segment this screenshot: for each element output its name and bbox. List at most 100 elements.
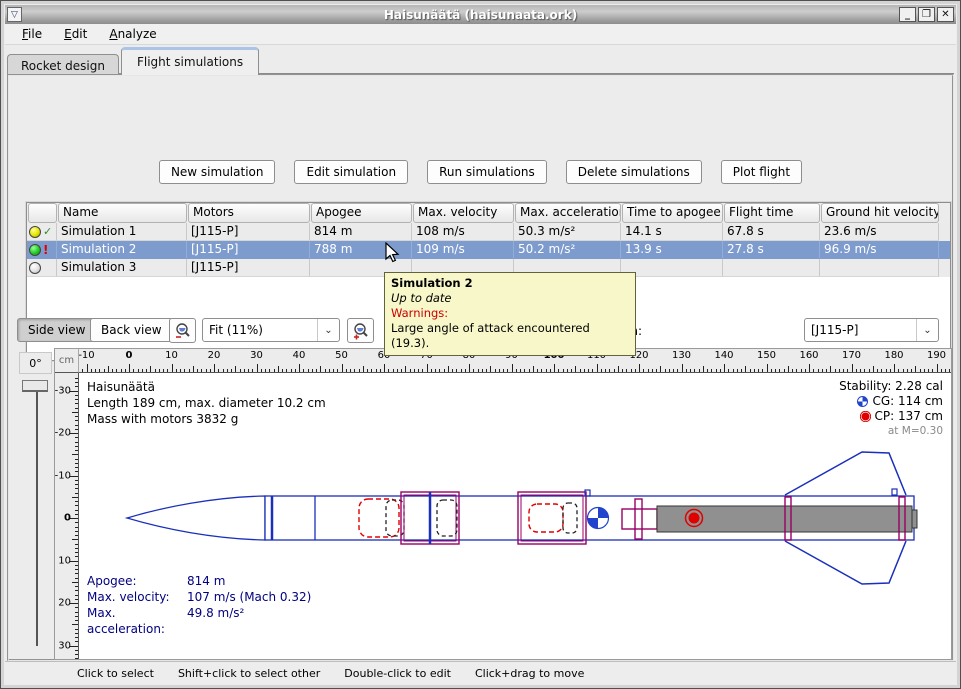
cell xyxy=(820,259,939,277)
cg-marker xyxy=(588,508,609,529)
status-cell xyxy=(27,259,57,277)
menu-bar: FileEditAnalyze xyxy=(5,24,956,45)
magnifier-minus-icon xyxy=(174,322,192,340)
menu-item-edit[interactable]: Edit xyxy=(55,25,96,43)
application-window: ▽ Haisunäätä (haisunaata.ork) _ ❐ ✕ File… xyxy=(0,0,961,689)
slider-track xyxy=(36,384,38,646)
top-fin[interactable] xyxy=(785,452,906,495)
ruler-unit-label: cm xyxy=(55,349,79,373)
stability-info: Stability: 2.28 cal CG: 114 cm xyxy=(839,379,943,439)
chevron-down-icon: ⌄ xyxy=(317,319,339,341)
cell: Simulation 1 xyxy=(57,223,187,241)
zoom-in-button[interactable] xyxy=(347,318,374,343)
status-cell: ! xyxy=(27,241,57,259)
cell: 96.9 m/s xyxy=(820,241,939,259)
cell: 109 m/s xyxy=(412,241,514,259)
cell: 50.2 m/s² xyxy=(514,241,621,259)
status-hint: Click+drag to move xyxy=(475,667,584,680)
flight-value: 107 m/s (Mach 0.32) xyxy=(187,589,311,605)
rotation-angle-display: 0° xyxy=(19,352,52,374)
tab-flight-simulations[interactable]: Flight simulations xyxy=(121,47,259,75)
flight-summary-row: Max. velocity:107 m/s (Mach 0.32) xyxy=(87,589,311,605)
menu-item-analyze[interactable]: Analyze xyxy=(100,25,165,43)
tooltip-status: Up to date xyxy=(391,291,629,306)
flight-summary-row: Max. acceleration:49.8 m/s² xyxy=(87,605,311,637)
column-header-Name[interactable]: Name xyxy=(58,203,187,223)
rocket-view-canvas: cm -100102030405060708090100110120130140… xyxy=(54,348,952,660)
status-bar: Click to selectShift+click to select oth… xyxy=(5,661,956,684)
status-ball-icon xyxy=(29,262,41,274)
cell: 50.3 m/s² xyxy=(514,223,621,241)
table-row[interactable]: ✓Simulation 1[J115-P]814 m108 m/s50.3 m/… xyxy=(27,223,950,241)
cell: [J115-P] xyxy=(187,223,310,241)
flight-label: Max. velocity: xyxy=(87,589,187,605)
tooltip-warning-text: Large angle of attack encountered (19.3)… xyxy=(391,321,629,351)
column-header-Motors[interactable]: Motors xyxy=(188,203,310,223)
mach-condition: at M=0.30 xyxy=(888,424,943,439)
flight-value: 814 m xyxy=(187,573,225,589)
cp-icon xyxy=(860,411,871,422)
plot-flight-button[interactable]: Plot flight xyxy=(721,160,802,184)
cell: 13.9 s xyxy=(621,241,723,259)
check-icon: ✓ xyxy=(43,225,52,238)
status-hint: Double-click to edit xyxy=(344,667,451,680)
rocket-name: Haisunäätä xyxy=(87,379,326,395)
slider-handle[interactable] xyxy=(22,380,48,392)
flight-summary: Apogee:814 mMax. velocity:107 m/s (Mach … xyxy=(87,573,311,637)
new-simulation-button[interactable]: New simulation xyxy=(159,160,276,184)
zoom-out-button[interactable] xyxy=(169,318,196,343)
motor-configuration-select[interactable]: [J115-P] ⌄ xyxy=(804,318,939,342)
column-header-Ground hit velocity[interactable]: Ground hit velocity xyxy=(821,203,939,223)
table-header-row: NameMotorsApogeeMax. velocityMax. accele… xyxy=(27,203,950,223)
nose-cone[interactable] xyxy=(127,496,265,540)
column-header-Max. velocity[interactable]: Max. velocity xyxy=(413,203,514,223)
cg-value: CG: 114 cm xyxy=(872,394,943,409)
column-header-Time to apogee[interactable]: Time to apogee xyxy=(622,203,723,223)
rocket-figure[interactable]: Haisunäätä Length 189 cm, max. diameter … xyxy=(79,373,951,659)
cell: 23.6 m/s xyxy=(820,223,939,241)
edit-simulation-button[interactable]: Edit simulation xyxy=(294,160,408,184)
cp-value: CP: 137 cm xyxy=(875,409,943,424)
simulation-tooltip: Simulation 2 Up to date Warnings: Large … xyxy=(384,272,636,356)
cell: Simulation 2 xyxy=(57,241,187,259)
zoom-level-select[interactable]: Fit (11%) ⌄ xyxy=(202,318,340,342)
rocket-info-text: Haisunäätä Length 189 cm, max. diameter … xyxy=(87,379,326,427)
column-header-Flight time[interactable]: Flight time xyxy=(724,203,820,223)
motor-nozzle[interactable] xyxy=(912,510,917,528)
flight-simulations-panel: New simulation Edit simulation Run simulat… xyxy=(7,74,954,661)
cell xyxy=(621,259,723,277)
cell: Simulation 3 xyxy=(57,259,187,277)
delete-simulations-button[interactable]: Delete simulations xyxy=(566,160,702,184)
table-row[interactable]: !Simulation 2[J115-P]788 m109 m/s50.2 m/… xyxy=(27,241,950,259)
run-simulations-button[interactable]: Run simulations xyxy=(427,160,547,184)
column-header-Apogee[interactable]: Apogee xyxy=(311,203,412,223)
bottom-fin[interactable] xyxy=(785,541,906,584)
window-title: Haisunäätä (haisunaata.ork) xyxy=(5,8,956,22)
zoom-level-value: Fit (11%) xyxy=(203,323,317,337)
status-hint: Shift+click to select other xyxy=(178,667,320,680)
flight-summary-row: Apogee:814 m xyxy=(87,573,311,589)
flight-label: Apogee: xyxy=(87,573,187,589)
simulation-buttons-row: New simulation Edit simulation Run simulat… xyxy=(9,160,952,184)
menu-item-file[interactable]: File xyxy=(13,25,51,43)
status-ball-icon xyxy=(29,226,41,238)
tab-bar: Rocket designFlight simulations xyxy=(7,47,954,74)
title-bar[interactable]: ▽ Haisunäätä (haisunaata.ork) _ ❐ ✕ xyxy=(5,5,956,24)
back-view-button[interactable]: Back view xyxy=(90,318,173,342)
side-view-button[interactable]: Side view xyxy=(17,318,96,342)
column-header-Max. acceleration[interactable]: Max. acceleration xyxy=(515,203,621,223)
stability-value: Stability: 2.28 cal xyxy=(839,379,943,394)
cell: 814 m xyxy=(310,223,412,241)
status-ball-icon xyxy=(29,244,41,256)
chevron-down-icon: ⌄ xyxy=(916,319,938,341)
mouse-cursor xyxy=(383,242,401,264)
rotation-slider[interactable] xyxy=(19,378,52,650)
tooltip-warnings-label: Warnings: xyxy=(391,306,629,321)
vertical-ruler: -30-20-100102030 xyxy=(55,373,79,659)
cell: 67.8 s xyxy=(723,223,820,241)
flight-label: Max. acceleration: xyxy=(87,605,187,637)
flight-value: 49.8 m/s² xyxy=(187,605,244,637)
launch-lug-2[interactable] xyxy=(892,489,897,495)
motor-configuration-value: [J115-P] xyxy=(805,323,916,337)
column-header-status[interactable] xyxy=(28,203,57,223)
